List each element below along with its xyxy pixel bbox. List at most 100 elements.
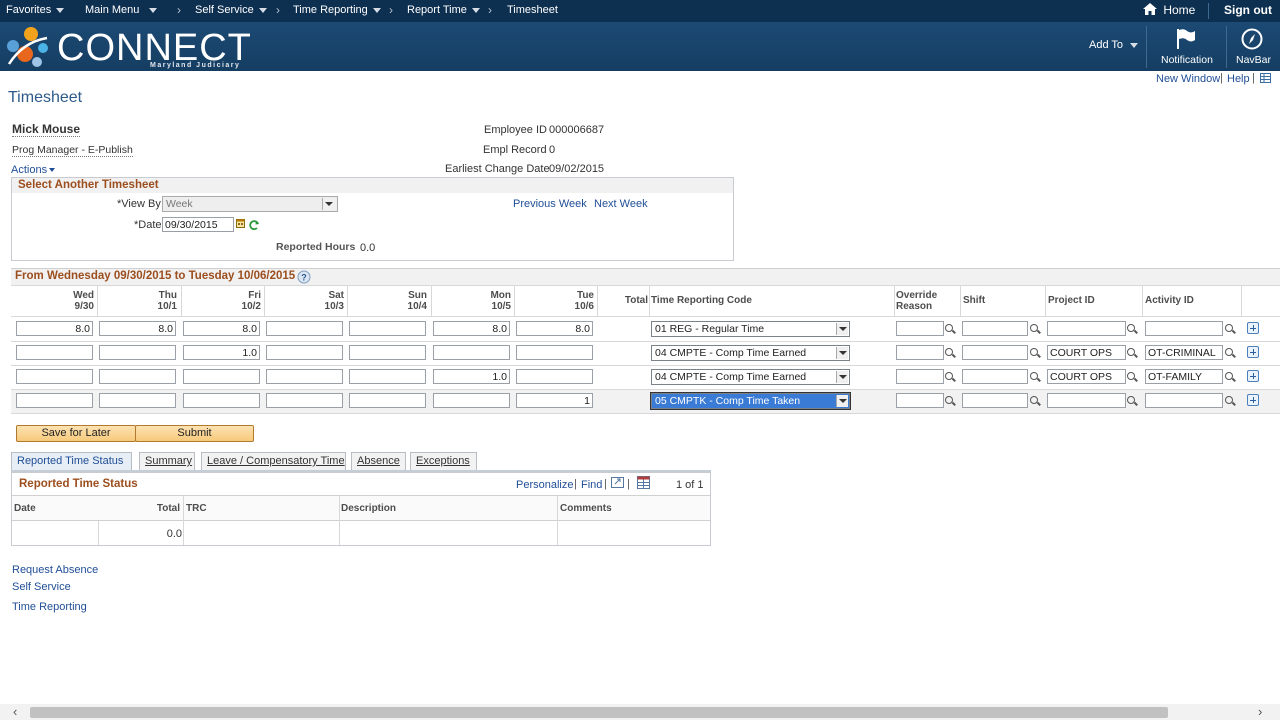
lookup-icon[interactable] <box>1029 371 1041 383</box>
calendar-icon[interactable] <box>236 219 245 228</box>
breadcrumb-time-reporting[interactable]: Time Reporting <box>293 4 381 16</box>
lookup-icon[interactable] <box>1126 395 1138 407</box>
tab-summary[interactable]: Summary <box>139 452 195 470</box>
hours-input[interactable] <box>349 393 426 408</box>
self-service-link[interactable]: Self Service <box>12 581 71 593</box>
add-row-icon[interactable] <box>1247 370 1259 382</box>
hours-input[interactable] <box>183 321 260 336</box>
project-id-input[interactable] <box>1047 321 1126 336</box>
hours-input[interactable] <box>433 321 510 336</box>
lookup-icon[interactable] <box>1224 323 1236 335</box>
hours-input[interactable] <box>99 345 176 360</box>
activity-id-input[interactable] <box>1145 393 1223 408</box>
job-title[interactable]: Prog Manager - E-Publish <box>12 144 133 157</box>
tab-absence[interactable]: Absence <box>351 452 406 470</box>
lookup-icon[interactable] <box>944 395 956 407</box>
view-all-icon[interactable] <box>611 477 624 488</box>
lookup-icon[interactable] <box>944 323 956 335</box>
hours-input[interactable] <box>183 345 260 360</box>
notification-button[interactable]: Notification <box>1155 26 1217 68</box>
hours-input[interactable] <box>16 369 93 384</box>
help-icon[interactable]: ? <box>297 270 311 284</box>
hours-input[interactable] <box>349 321 426 336</box>
view-by-select[interactable]: Week <box>162 196 338 212</box>
scroll-left-icon[interactable]: ‹ <box>13 704 17 719</box>
navbar-button[interactable]: NavBar <box>1230 26 1276 68</box>
time-reporting-link[interactable]: Time Reporting <box>12 601 87 613</box>
hours-input[interactable] <box>183 393 260 408</box>
trc-select[interactable]: 01 REG - Regular Time <box>651 321 850 337</box>
add-row-icon[interactable] <box>1247 394 1259 406</box>
shift-input[interactable] <box>962 345 1028 360</box>
lookup-icon[interactable] <box>1224 395 1236 407</box>
hours-input[interactable] <box>349 369 426 384</box>
next-week-link[interactable]: Next Week <box>594 198 648 210</box>
lookup-icon[interactable] <box>1126 371 1138 383</box>
lookup-icon[interactable] <box>1126 323 1138 335</box>
hours-input[interactable] <box>433 393 510 408</box>
scrollbar-thumb[interactable] <box>30 707 1168 718</box>
activity-id-input[interactable] <box>1145 345 1223 360</box>
date-input[interactable] <box>162 217 234 232</box>
shift-input[interactable] <box>962 321 1028 336</box>
trc-select[interactable]: 04 CMPTE - Comp Time Earned <box>651 345 850 361</box>
save-for-later-button[interactable]: Save for Later <box>16 425 136 442</box>
scroll-right-icon[interactable]: › <box>1258 704 1262 719</box>
hours-input[interactable] <box>516 345 593 360</box>
lookup-icon[interactable] <box>1224 371 1236 383</box>
lookup-icon[interactable] <box>1126 347 1138 359</box>
request-absence-link[interactable]: Request Absence <box>12 564 98 576</box>
tab-exceptions[interactable]: Exceptions <box>410 452 477 470</box>
favorites-menu[interactable]: Favorites <box>6 4 65 16</box>
personalize-link[interactable]: Personalize <box>516 479 573 491</box>
help-link[interactable]: Help <box>1227 73 1250 85</box>
hours-input[interactable] <box>433 345 510 360</box>
override-reason-input[interactable] <box>896 321 944 336</box>
override-reason-input[interactable] <box>896 345 944 360</box>
hours-input[interactable] <box>99 393 176 408</box>
hours-input[interactable] <box>99 369 176 384</box>
add-row-icon[interactable] <box>1247 346 1259 358</box>
actions-menu[interactable]: Actions <box>11 164 56 176</box>
tab-reported-time-status[interactable]: Reported Time Status <box>11 452 132 470</box>
lookup-icon[interactable] <box>944 347 956 359</box>
activity-id-input[interactable] <box>1145 369 1223 384</box>
hours-input[interactable] <box>16 393 93 408</box>
trc-select[interactable]: 05 CMPTK - Comp Time Taken <box>650 392 851 410</box>
override-reason-input[interactable] <box>896 393 944 408</box>
hours-input[interactable] <box>99 321 176 336</box>
hours-input[interactable] <box>266 393 343 408</box>
add-to-menu[interactable]: Add To <box>1089 39 1139 51</box>
project-id-input[interactable] <box>1047 345 1126 360</box>
hours-input[interactable] <box>516 321 593 336</box>
find-link[interactable]: Find <box>581 479 602 491</box>
hours-input[interactable] <box>516 393 593 408</box>
refresh-icon[interactable] <box>248 219 260 231</box>
lookup-icon[interactable] <box>1029 323 1041 335</box>
submit-button[interactable]: Submit <box>135 425 254 442</box>
hours-input[interactable] <box>266 345 343 360</box>
previous-week-link[interactable]: Previous Week <box>513 198 587 210</box>
employee-name[interactable]: Mick Mouse <box>12 122 81 137</box>
override-reason-input[interactable] <box>896 369 944 384</box>
shift-input[interactable] <box>962 369 1028 384</box>
lookup-icon[interactable] <box>1029 347 1041 359</box>
home-link[interactable]: Home <box>1143 3 1195 17</box>
lookup-icon[interactable] <box>944 371 956 383</box>
breadcrumb-self-service[interactable]: Self Service <box>195 4 267 16</box>
project-id-input[interactable] <box>1047 393 1126 408</box>
project-id-input[interactable] <box>1047 369 1126 384</box>
new-window-link[interactable]: New Window <box>1156 73 1220 85</box>
hours-input[interactable] <box>433 369 510 384</box>
download-grid-icon[interactable] <box>637 476 650 489</box>
hours-input[interactable] <box>16 345 93 360</box>
sign-out-link[interactable]: Sign out <box>1224 3 1272 17</box>
activity-id-input[interactable] <box>1145 321 1223 336</box>
hours-input[interactable] <box>183 369 260 384</box>
hours-input[interactable] <box>16 321 93 336</box>
lookup-icon[interactable] <box>1029 395 1041 407</box>
tab-leave-compensatory[interactable]: Leave / Compensatory Time <box>201 452 346 470</box>
shift-input[interactable] <box>962 393 1028 408</box>
hours-input[interactable] <box>349 345 426 360</box>
hours-input[interactable] <box>516 369 593 384</box>
